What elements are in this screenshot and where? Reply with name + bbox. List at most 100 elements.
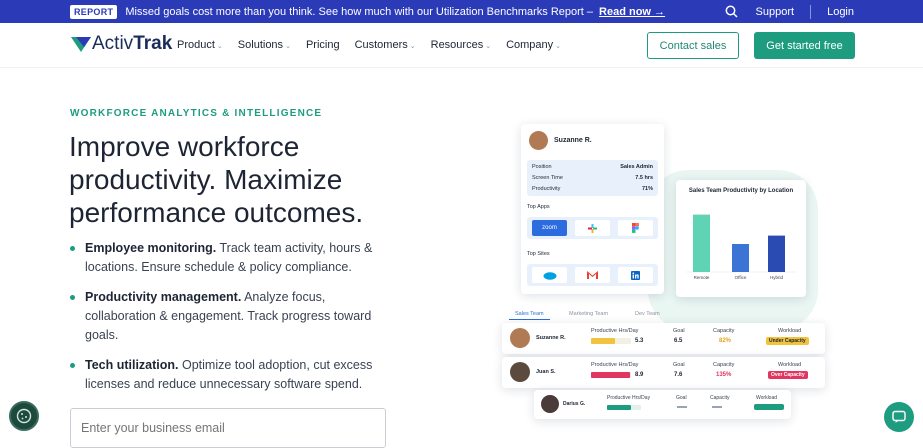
read-now-link[interactable]: Read now →	[599, 6, 665, 18]
workload-row: Darius G. Productive Hrs/Day Goal Capaci…	[534, 390, 791, 419]
capacity-value: 135%	[716, 372, 732, 378]
productive-hours-bar	[607, 405, 641, 410]
banner-divider	[810, 4, 812, 19]
bullet-dot	[70, 246, 75, 251]
status-badge	[754, 404, 784, 410]
tab-marketing-team[interactable]: Marketing Team	[563, 309, 614, 319]
detail-value: 71%	[641, 186, 653, 192]
productive-hours-fill	[591, 372, 631, 378]
nav-item-company[interactable]: Company ⌄	[506, 39, 561, 51]
slack-icon	[575, 220, 610, 236]
search-icon[interactable]	[725, 5, 738, 18]
goal-header: Goal	[673, 328, 685, 334]
avatar	[510, 328, 530, 348]
bullet-dot	[70, 363, 75, 368]
email-input[interactable]	[70, 408, 386, 448]
avatar	[510, 362, 530, 382]
logo-text-prefix: Activ	[92, 33, 134, 54]
productive-hours-fill	[607, 405, 631, 410]
nav-item-label: Resources	[430, 39, 484, 51]
main-nav: Activ Trak Product ⌄ Solutions ⌄ Pricing Cu…	[0, 23, 923, 68]
detail-value: Sales Admin	[620, 164, 653, 170]
status-badge: Under Capacity	[766, 337, 809, 345]
top-sites-label: Top Sites	[527, 251, 550, 257]
cookie-settings-button[interactable]	[9, 401, 39, 431]
chart-tick-label: Office	[735, 275, 747, 280]
status-badge: Over Capacity	[768, 371, 808, 379]
logo-text-suffix: Trak	[133, 33, 173, 54]
detail-label: Productivity	[532, 186, 561, 192]
detail-label: Screen Time	[532, 175, 563, 181]
employee-name: Juan S.	[536, 369, 556, 375]
nav-item-customers[interactable]: Customers ⌄	[355, 39, 416, 51]
tab-dev-team[interactable]: Dev Team	[629, 309, 666, 319]
nav-item-label: Solutions	[237, 39, 284, 51]
support-link[interactable]: Support	[756, 6, 795, 18]
avatar	[541, 395, 559, 413]
workload-row: Suzanne R. Productive Hrs/Day 5.3 Goal 6…	[502, 323, 825, 354]
nav-item-label: Company	[506, 39, 554, 51]
hours-header: Productive Hrs/Day	[591, 328, 639, 334]
figma-icon	[618, 220, 653, 236]
hours-value: 5.3	[635, 338, 644, 344]
get-started-button[interactable]: Get started free	[754, 32, 855, 59]
productivity-chart-card: Sales Team Productivity by Location Remo…	[676, 180, 806, 297]
nav-menu: Product ⌄ Solutions ⌄ Pricing Customers ⌄ R…	[177, 39, 561, 51]
profile-card: Suzanne R. Position Sales Admin Screen Ti…	[521, 124, 664, 294]
feature-item: Productivity management. Analyze focus, …	[70, 288, 390, 345]
chevron-down-icon: ⌄	[285, 43, 291, 50]
goal-placeholder	[677, 406, 687, 408]
hero-eyebrow: WORKFORCE ANALYTICS & INTELLIGENCE	[70, 108, 323, 119]
top-apps-strip: zoom	[527, 217, 658, 239]
announcement-banner: REPORT Missed goals cost more than you t…	[0, 0, 923, 23]
nav-item-product[interactable]: Product ⌄	[177, 39, 223, 51]
report-badge: REPORT	[70, 4, 118, 19]
capacity-header: Capacity	[713, 362, 735, 368]
feature-list: Employee monitoring. Track team activity…	[70, 239, 390, 405]
chat-button[interactable]	[884, 402, 914, 432]
cookie-icon	[16, 408, 32, 424]
bullet-dot	[70, 295, 75, 300]
team-tabs: Sales Team Marketing Team Dev Team	[505, 309, 681, 321]
hero-headline: Improve workforce productivity. Maximize…	[69, 131, 364, 228]
feature-title: Productivity management.	[85, 290, 242, 304]
chevron-down-icon: ⌄	[485, 43, 492, 50]
goal-value: 6.5	[674, 338, 683, 344]
workload-row: Juan S. Productive Hrs/Day 8.9 Goal 7.6 …	[502, 357, 825, 388]
gmail-icon	[575, 267, 610, 283]
zoom-app-tile: zoom	[532, 220, 567, 236]
contact-sales-button[interactable]: Contact sales	[647, 32, 739, 59]
goal-value: 7.6	[674, 372, 683, 378]
nav-item-label: Product	[177, 39, 215, 51]
capacity-header: Capacity	[710, 395, 730, 401]
chevron-down-icon: ⌄	[216, 43, 223, 50]
capacity-value: 82%	[719, 338, 732, 344]
profile-details: Position Sales Admin Screen Time 7.5 hrs P…	[527, 160, 658, 196]
productive-hours-fill	[591, 338, 615, 344]
employee-name: Darius G.	[563, 401, 586, 407]
feature-title: Employee monitoring.	[85, 241, 217, 255]
nav-item-solutions[interactable]: Solutions ⌄	[238, 39, 291, 51]
chevron-down-icon: ⌄	[555, 43, 562, 50]
tab-sales-team[interactable]: Sales Team	[509, 309, 550, 320]
productive-hours-bar	[591, 372, 631, 378]
chevron-down-icon: ⌄	[409, 43, 416, 50]
nav-item-resources[interactable]: Resources ⌄	[431, 39, 491, 51]
productive-hours-bar	[591, 338, 631, 344]
chart-bar-office	[732, 244, 749, 272]
top-apps-label: Top Apps	[527, 204, 550, 210]
activtrak-logo-icon	[71, 37, 91, 52]
activtrak-logo[interactable]: Activ Trak	[70, 33, 172, 55]
detail-label: Position	[532, 164, 552, 170]
goal-header: Goal	[676, 395, 687, 401]
capacity-placeholder	[712, 406, 722, 408]
nav-item-pricing[interactable]: Pricing	[306, 39, 340, 51]
goal-header: Goal	[673, 362, 685, 368]
avatar	[529, 131, 548, 150]
chart-bar-hybrid	[768, 235, 785, 272]
feature-item: Employee monitoring. Track team activity…	[70, 239, 390, 277]
feature-title: Tech utilization.	[85, 358, 179, 372]
chart-tick-label: Remote	[694, 275, 710, 280]
login-link[interactable]: Login	[827, 6, 854, 18]
capacity-header: Capacity	[713, 328, 735, 334]
